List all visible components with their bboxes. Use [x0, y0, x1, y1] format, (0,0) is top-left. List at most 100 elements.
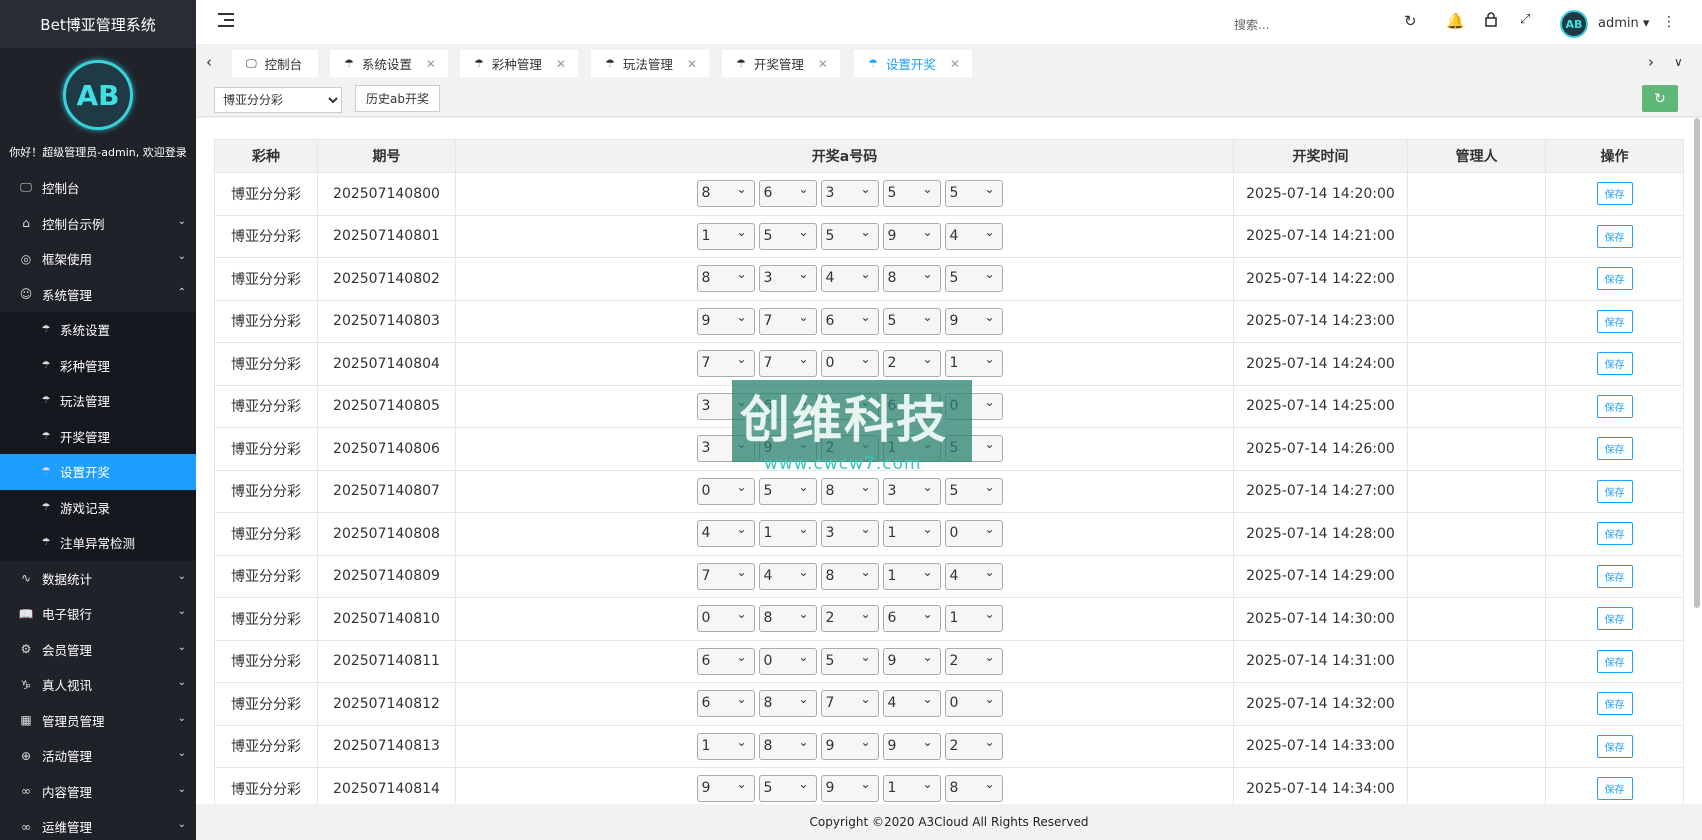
number-select[interactable]: 1: [882, 517, 941, 548]
number-select[interactable]: 4: [944, 560, 1003, 590]
save-button[interactable]: 保存: [1596, 224, 1633, 248]
number-select[interactable]: 8: [758, 602, 817, 633]
number-select[interactable]: 3: [882, 475, 941, 505]
save-button[interactable]: 保存: [1596, 692, 1633, 716]
number-select[interactable]: 1: [758, 517, 817, 548]
number-select[interactable]: 8: [696, 177, 755, 208]
number-select[interactable]: 6: [696, 645, 755, 675]
number-select[interactable]: 2: [944, 730, 1003, 760]
sidebar-subitem-5[interactable]: ☂ 游戏记录: [0, 490, 196, 526]
number-select[interactable]: 6: [820, 305, 879, 335]
close-icon[interactable]: ✕: [556, 57, 566, 71]
number-select[interactable]: 2: [882, 347, 941, 378]
refresh-icon[interactable]: ↻: [1404, 12, 1417, 30]
number-select[interactable]: 0: [696, 475, 755, 505]
save-button[interactable]: 保存: [1596, 479, 1633, 503]
tab-next-icon[interactable]: ›: [1648, 53, 1654, 71]
number-select[interactable]: 1: [944, 602, 1003, 633]
sidebar-item2-2[interactable]: ⚙ 会员管理 ⌄: [0, 632, 196, 668]
number-select[interactable]: 8: [758, 687, 817, 718]
number-select[interactable]: 0: [696, 602, 755, 633]
number-select[interactable]: 5: [882, 177, 941, 208]
number-select[interactable]: 5: [758, 772, 817, 803]
save-button[interactable]: 保存: [1596, 267, 1633, 291]
number-select[interactable]: 0: [944, 687, 1003, 718]
save-button[interactable]: 保存: [1596, 437, 1633, 461]
number-select[interactable]: 1: [696, 730, 755, 760]
number-select[interactable]: 5: [882, 305, 941, 335]
number-select[interactable]: 8: [944, 772, 1003, 803]
sidebar-item-2[interactable]: ◎ 框架使用 ⌄: [0, 241, 196, 277]
number-select[interactable]: 3: [820, 177, 879, 208]
menu-toggle-icon[interactable]: [218, 13, 234, 27]
save-button[interactable]: 保存: [1596, 182, 1633, 206]
history-button[interactable]: 历史ab开奖: [355, 85, 440, 112]
number-select[interactable]: 8: [758, 730, 817, 760]
sidebar-subitem-0[interactable]: ☂ 系统设置: [0, 312, 196, 348]
number-select[interactable]: 2: [944, 645, 1003, 675]
number-select[interactable]: 2: [820, 602, 879, 633]
number-select[interactable]: 1: [944, 347, 1003, 378]
close-icon[interactable]: ✕: [426, 57, 436, 71]
number-select[interactable]: 9: [820, 730, 879, 760]
sidebar-item-0[interactable]: 🖵 控制台: [0, 170, 196, 206]
number-select[interactable]: 0: [820, 347, 879, 378]
sidebar-item2-7[interactable]: ∞ 运维管理 ⌄: [0, 809, 196, 840]
sidebar-item2-5[interactable]: ⊕ 活动管理 ⌄: [0, 738, 196, 774]
save-button[interactable]: 保存: [1596, 352, 1633, 376]
number-select[interactable]: 6: [758, 177, 817, 208]
number-select[interactable]: 3: [758, 262, 817, 293]
tab-0[interactable]: 🖵 控制台: [232, 50, 318, 77]
save-button[interactable]: 保存: [1596, 734, 1633, 758]
sidebar-subitem-2[interactable]: ☂ 玩法管理: [0, 383, 196, 419]
number-select[interactable]: 5: [944, 475, 1003, 505]
number-select[interactable]: 7: [696, 560, 755, 590]
tab-2[interactable]: ☂ 彩种管理 ✕: [460, 50, 578, 77]
sidebar-item2-4[interactable]: ▦ 管理员管理 ⌄: [0, 703, 196, 739]
scrollbar[interactable]: [1694, 118, 1700, 608]
number-select[interactable]: 8: [882, 262, 941, 293]
tab-menu-icon[interactable]: ∨: [1674, 55, 1683, 69]
save-button[interactable]: 保存: [1596, 649, 1633, 673]
number-select[interactable]: 9: [882, 730, 941, 760]
number-select[interactable]: 6: [696, 687, 755, 718]
number-select[interactable]: 9: [820, 772, 879, 803]
number-select[interactable]: 4: [944, 220, 1003, 250]
sidebar-subitem-1[interactable]: ☂ 彩种管理: [0, 348, 196, 384]
sidebar-item-1[interactable]: ⌂ 控制台示例 ⌄: [0, 206, 196, 242]
save-button[interactable]: 保存: [1596, 777, 1633, 801]
number-select[interactable]: 6: [882, 602, 941, 633]
more-vertical-icon[interactable]: ⋮: [1662, 14, 1676, 30]
number-select[interactable]: 8: [820, 475, 879, 505]
number-select[interactable]: 7: [758, 305, 817, 335]
close-icon[interactable]: ✕: [687, 57, 697, 71]
close-icon[interactable]: ✕: [950, 57, 960, 71]
save-button[interactable]: 保存: [1596, 607, 1633, 631]
number-select[interactable]: 9: [882, 220, 941, 250]
sidebar-subitem-4[interactable]: ☂ 设置开奖: [0, 454, 196, 490]
refresh-button[interactable]: ↻: [1642, 85, 1678, 112]
tab-5[interactable]: ☂ 设置开奖 ✕: [854, 50, 972, 77]
number-select[interactable]: 4: [696, 517, 755, 548]
number-select[interactable]: 7: [696, 347, 755, 378]
number-select[interactable]: 4: [758, 560, 817, 590]
tab-1[interactable]: ☂ 系统设置 ✕: [330, 50, 448, 77]
sidebar-item2-3[interactable]: ♑ 真人视讯 ⌄: [0, 667, 196, 703]
number-select[interactable]: 1: [882, 560, 941, 590]
save-button[interactable]: 保存: [1596, 564, 1633, 588]
number-select[interactable]: 3: [820, 517, 879, 548]
save-button[interactable]: 保存: [1596, 522, 1633, 546]
bell-icon[interactable]: 🔔: [1446, 12, 1465, 30]
close-icon[interactable]: ✕: [818, 57, 828, 71]
sidebar-subitem-3[interactable]: ☂ 开奖管理: [0, 419, 196, 455]
tab-3[interactable]: ☂ 玩法管理 ✕: [591, 50, 709, 77]
save-button[interactable]: 保存: [1596, 394, 1633, 418]
number-select[interactable]: 5: [758, 220, 817, 250]
number-select[interactable]: 9: [882, 645, 941, 675]
save-button[interactable]: 保存: [1596, 309, 1633, 333]
username[interactable]: admin ▾: [1598, 16, 1649, 31]
search-input[interactable]: 搜索...: [1234, 16, 1269, 33]
number-select[interactable]: 4: [820, 262, 879, 293]
number-select[interactable]: 5: [944, 262, 1003, 293]
sidebar-subitem-6[interactable]: ☂ 注单异常检测: [0, 525, 196, 561]
